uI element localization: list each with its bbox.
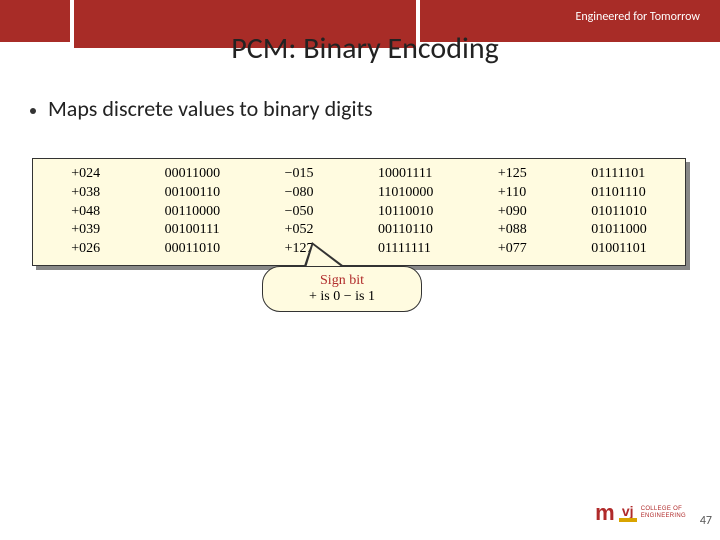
logo-vj: vj bbox=[619, 505, 637, 522]
cell: +077 bbox=[498, 240, 527, 259]
logo-vj-text: vj bbox=[622, 505, 634, 517]
cell: +024 bbox=[71, 165, 100, 184]
logo-vj-bar bbox=[619, 518, 637, 522]
cell: +052 bbox=[285, 221, 314, 240]
callout-line2: + is 0 − is 1 bbox=[277, 289, 407, 305]
col-dec-3: +125 +110 +090 +088 +077 bbox=[498, 165, 527, 259]
cell: 00100110 bbox=[165, 184, 220, 203]
callout-body: Sign bit + is 0 − is 1 bbox=[262, 266, 422, 312]
cell: −015 bbox=[285, 165, 314, 184]
cell: +110 bbox=[498, 184, 527, 203]
cell: 10110010 bbox=[378, 203, 433, 222]
cell: +088 bbox=[498, 221, 527, 240]
cell: +048 bbox=[71, 203, 100, 222]
logo-text: COLLEGE OF ENGINEERING bbox=[641, 506, 686, 519]
cell: +026 bbox=[71, 240, 100, 259]
cell: +038 bbox=[71, 184, 100, 203]
cell: +125 bbox=[498, 165, 527, 184]
cell: 00110000 bbox=[165, 203, 220, 222]
col-dec-1: +024 +038 +048 +039 +026 bbox=[71, 165, 100, 259]
encoding-table: +024 +038 +048 +039 +026 00011000 001001… bbox=[32, 158, 686, 266]
callout-sign-bit: Sign bit + is 0 − is 1 bbox=[262, 266, 422, 312]
col-bin-3: 01111101 01101110 01011010 01011000 0100… bbox=[591, 165, 646, 259]
logo-m: m bbox=[595, 500, 615, 526]
cell: 11010000 bbox=[378, 184, 433, 203]
tagline: Engineered for Tomorrow bbox=[575, 10, 700, 24]
page-number: 47 bbox=[700, 514, 712, 528]
mvj-logo: m vj COLLEGE OF ENGINEERING bbox=[595, 500, 686, 526]
cell: 01011000 bbox=[591, 221, 646, 240]
cell: −050 bbox=[285, 203, 314, 222]
cell: 01111101 bbox=[591, 165, 646, 184]
cell: 01101110 bbox=[591, 184, 646, 203]
logo-line2: ENGINEERING bbox=[641, 513, 686, 519]
cell: 10001111 bbox=[378, 165, 433, 184]
col-bin-1: 00011000 00100110 00110000 00100111 0001… bbox=[165, 165, 220, 259]
bullet-text: Maps discrete values to binary digits bbox=[48, 95, 373, 122]
cell: 00011000 bbox=[165, 165, 220, 184]
logo-line1: COLLEGE OF bbox=[641, 506, 682, 512]
cell: 00011010 bbox=[165, 240, 220, 259]
cell: 01001101 bbox=[591, 240, 646, 259]
bullet-line: Maps discrete values to binary digits bbox=[30, 95, 373, 122]
cell: 00100111 bbox=[165, 221, 220, 240]
cell: +039 bbox=[71, 221, 100, 240]
slide-title: PCM: Binary Encoding bbox=[150, 30, 580, 67]
cell: 00110110 bbox=[378, 221, 433, 240]
cell: +090 bbox=[498, 203, 527, 222]
cell: −080 bbox=[285, 184, 314, 203]
cell: 01011010 bbox=[591, 203, 646, 222]
cell: 01111111 bbox=[378, 240, 433, 259]
bullet-dot bbox=[30, 108, 36, 114]
callout-line1: Sign bit bbox=[277, 273, 407, 289]
col-bin-2: 10001111 11010000 10110010 00110110 0111… bbox=[378, 165, 433, 259]
